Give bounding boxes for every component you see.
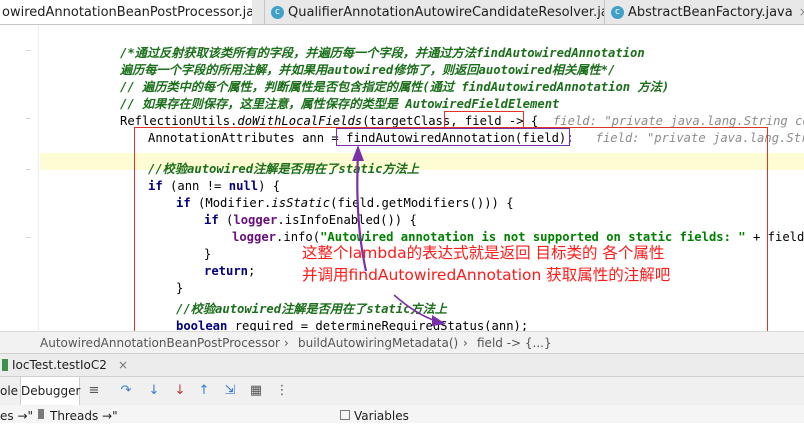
test-icon xyxy=(2,359,8,371)
annotation-text-line1: 这整个lambda的表达式就是返回 目标类的 各个属性 xyxy=(302,244,665,262)
breadcrumb-item-method[interactable]: buildAutowiringMetadata() xyxy=(298,332,458,354)
tab-qualifier-resolver[interactable]: c QualifierAnnotationAutowireCandidateRes… xyxy=(264,0,604,24)
step-out-icon[interactable]: ↑ xyxy=(196,383,212,399)
step-over-icon[interactable]: ↷ xyxy=(118,383,134,399)
fold-marker xyxy=(26,118,31,119)
tab-abstract-bean-factory[interactable]: c AbstractBeanFactory.java × xyxy=(604,0,804,24)
run-config-label[interactable]: IocTest.testIoC2 xyxy=(12,354,107,376)
tab-variables[interactable]: Variables xyxy=(354,407,409,425)
breadcrumb-separator: › xyxy=(463,336,468,350)
close-icon[interactable]: × xyxy=(799,5,804,19)
tab-label: AbstractBeanFactory.java xyxy=(628,5,793,20)
force-step-into-icon[interactable]: ↓ xyxy=(172,383,188,399)
editor-gutter[interactable] xyxy=(0,25,39,333)
breadcrumb-item-lambda[interactable]: field -> {...} xyxy=(477,332,552,354)
annotation-text-line2: 并调用findAutowiredAnnotation 获取属性的注解吧 xyxy=(302,266,671,284)
settings-icon[interactable]: ⋮ xyxy=(274,383,290,399)
breadcrumb-item-class[interactable]: AutowiredAnnotationBeanPostProcessor xyxy=(40,332,280,354)
debug-session-bar: IocTest.testIoC2 × xyxy=(0,353,804,376)
evaluate-icon[interactable]: ▦ xyxy=(248,383,264,399)
breadcrumb: AutowiredAnnotationBeanPostProcessor › b… xyxy=(0,331,804,354)
annotation-arrows xyxy=(352,145,446,326)
tab-autowired-annotation-bean-post-processor[interactable]: owiredAnnotationBeanPostProcessor.java× xyxy=(0,0,252,24)
fold-marker xyxy=(26,237,31,238)
tab-console[interactable]: ole xyxy=(0,377,18,405)
class-icon: c xyxy=(611,6,624,19)
tab-debugger[interactable]: Debugger xyxy=(20,377,80,405)
variables-icon xyxy=(340,410,350,420)
tab-threads[interactable]: Threads →" xyxy=(50,407,118,425)
debugger-panels: es →" Threads →" Variables xyxy=(0,405,804,423)
fold-marker xyxy=(26,50,31,51)
close-icon[interactable]: × xyxy=(118,354,128,376)
editor-tab-bar: owiredAnnotationBeanPostProcessor.java× … xyxy=(0,0,804,25)
tab-label: QualifierAnnotationAutowireCandidateReso… xyxy=(288,5,604,20)
run-to-cursor-icon[interactable]: ⇲ xyxy=(222,383,238,399)
fold-marker xyxy=(26,169,31,170)
class-icon: c xyxy=(271,6,284,19)
code-editor[interactable]: /*通过反射获取该类所有的字段，并遍历每一个字段，并通过方法findAutowi… xyxy=(40,25,804,333)
threads-icon xyxy=(38,409,44,419)
tab-label: owiredAnnotationBeanPostProcessor.java xyxy=(2,5,252,20)
tab-frames[interactable]: es →" xyxy=(0,407,33,425)
breadcrumb-separator: › xyxy=(284,336,289,350)
step-into-icon[interactable]: ↓ xyxy=(146,383,162,399)
debugger-toolbar: ole Debugger ≡ ↷ ↓ ↓ ↑ ⇲ ▦ ⋮ xyxy=(0,376,804,406)
menu-icon[interactable]: ≡ xyxy=(86,383,102,399)
